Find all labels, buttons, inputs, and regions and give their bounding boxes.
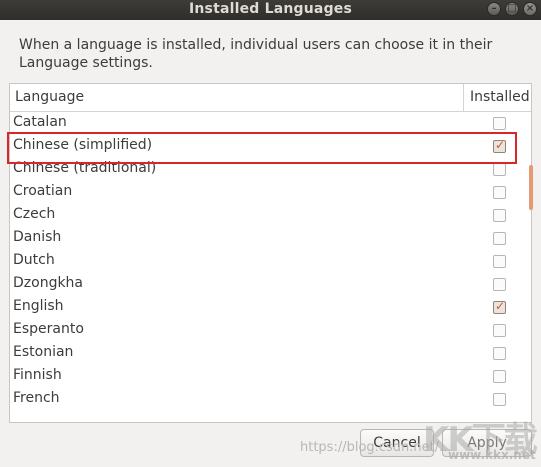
checkmark-icon: ✓ — [495, 138, 506, 152]
language-label: Czech — [13, 206, 56, 222]
window-title: Installed Languages — [188, 1, 353, 17]
title-bar: Installed Languages – □ × — [0, 0, 541, 20]
installed-checkbox[interactable]: ✓ — [493, 393, 506, 406]
list-item[interactable]: Croatian ✓ — [10, 181, 531, 204]
list-item[interactable]: Chinese (simplified) ✓ — [10, 135, 531, 158]
maximize-icon[interactable]: □ — [505, 2, 519, 16]
watermark-logo-sub: www.kkx.net — [448, 448, 536, 462]
installed-checkbox[interactable]: ✓ — [493, 255, 506, 268]
list-item[interactable]: Catalan ✓ — [10, 112, 531, 135]
installed-checkbox[interactable]: ✓ — [493, 370, 506, 383]
language-list[interactable]: Language Installed Catalan✓Chinese (simp… — [9, 83, 532, 423]
language-label: Catalan — [13, 114, 67, 130]
list-item[interactable]: Chinese (traditional) ✓ — [10, 158, 531, 181]
list-item[interactable]: Esperanto ✓ — [10, 319, 531, 342]
column-header-language[interactable]: Language — [15, 89, 84, 105]
installed-checkbox[interactable]: ✓ — [493, 186, 506, 199]
description-text: When a language is installed, individual… — [19, 37, 493, 71]
language-label: Dzongkha — [13, 275, 84, 291]
list-rows: Catalan✓Chinese (simplified)✓Chinese (tr… — [10, 112, 531, 411]
installed-checkbox[interactable]: ✓ — [493, 163, 506, 176]
list-item[interactable]: Dzongkha ✓ — [10, 273, 531, 296]
language-label: Finnish — [13, 367, 62, 383]
installed-checkbox[interactable]: ✓ — [493, 138, 506, 153]
list-item[interactable]: Czech ✓ — [10, 204, 531, 227]
language-label: Croatian — [13, 183, 73, 199]
column-separator — [463, 84, 464, 111]
list-item[interactable]: Finnish ✓ — [10, 365, 531, 388]
language-label: Estonian — [13, 344, 74, 360]
language-label: English — [13, 298, 64, 314]
checkmark-icon: ✓ — [495, 299, 506, 313]
language-label: Chinese (simplified) — [13, 137, 153, 153]
minimize-icon[interactable]: – — [487, 2, 501, 16]
list-item[interactable]: Dutch ✓ — [10, 250, 531, 273]
installed-checkbox[interactable]: ✓ — [493, 209, 506, 222]
installed-checkbox[interactable]: ✓ — [493, 232, 506, 245]
installed-checkbox[interactable]: ✓ — [493, 278, 506, 291]
language-label: Danish — [13, 229, 62, 245]
list-item[interactable]: Estonian ✓ — [10, 342, 531, 365]
column-header-installed[interactable]: Installed — [470, 89, 530, 105]
language-label: Dutch — [13, 252, 55, 268]
close-icon[interactable]: × — [523, 2, 537, 16]
installed-checkbox[interactable]: ✓ — [493, 299, 506, 314]
list-header: Language Installed — [10, 84, 531, 112]
list-item[interactable]: English ✓ — [10, 296, 531, 319]
installed-checkbox[interactable]: ✓ — [493, 117, 506, 130]
list-item[interactable]: Danish ✓ — [10, 227, 531, 250]
installed-checkbox[interactable]: ✓ — [493, 347, 506, 360]
language-label: Chinese (traditional) — [13, 160, 157, 176]
list-item[interactable]: French ✓ — [10, 388, 531, 411]
language-label: Esperanto — [13, 321, 84, 337]
scrollbar-thumb[interactable] — [529, 165, 533, 210]
installed-checkbox[interactable]: ✓ — [493, 324, 506, 337]
language-label: French — [13, 390, 60, 406]
